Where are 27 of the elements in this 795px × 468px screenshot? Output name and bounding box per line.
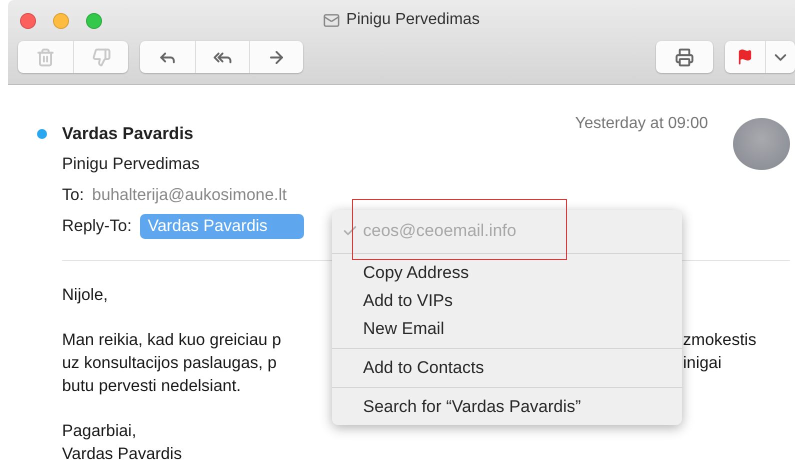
message-time: Yesterday at 09:00 (575, 115, 708, 133)
reply-to-label: Reply-To: (62, 217, 132, 236)
sender-name: Vardas Pavardis (62, 124, 194, 144)
body-text: butu pervesti nedelsiant. (62, 377, 241, 395)
recipient-address[interactable]: buhalterija@aukosimone.lt (92, 186, 287, 205)
menu-item[interactable]: Copy Address (332, 259, 682, 287)
body-text: uz konsultacijos paslaugas, p (62, 353, 278, 374)
window-control[interactable] (20, 13, 36, 29)
envelope-icon (323, 12, 340, 28)
body-text: Pagarbiai, (62, 422, 136, 440)
menu-item[interactable]: Add to Contacts (332, 354, 682, 382)
message-subject: Pinigu Pervedimas (62, 155, 200, 174)
window-title: Pinigu Pervedimas (346, 11, 480, 29)
printer-icon (675, 48, 694, 66)
body-text: zmokestis (683, 330, 758, 351)
body-text: Vardas Pavardis (62, 445, 182, 463)
menu-item[interactable]: New Email (332, 315, 682, 343)
body-text: Nijole, (62, 286, 108, 304)
to-label: To: (62, 186, 84, 205)
flag-icon (737, 49, 753, 65)
body-text: inigai (683, 353, 723, 374)
body-text: Man reikia, kad kuo greiciau p (62, 330, 282, 351)
thumbs-down-icon (92, 48, 110, 66)
window-control[interactable] (86, 13, 102, 29)
menu-item[interactable]: Search for “Vardas Pavardis” (332, 393, 682, 421)
menu-item[interactable]: Add to VIPs (332, 287, 682, 315)
trash-icon (36, 48, 55, 66)
